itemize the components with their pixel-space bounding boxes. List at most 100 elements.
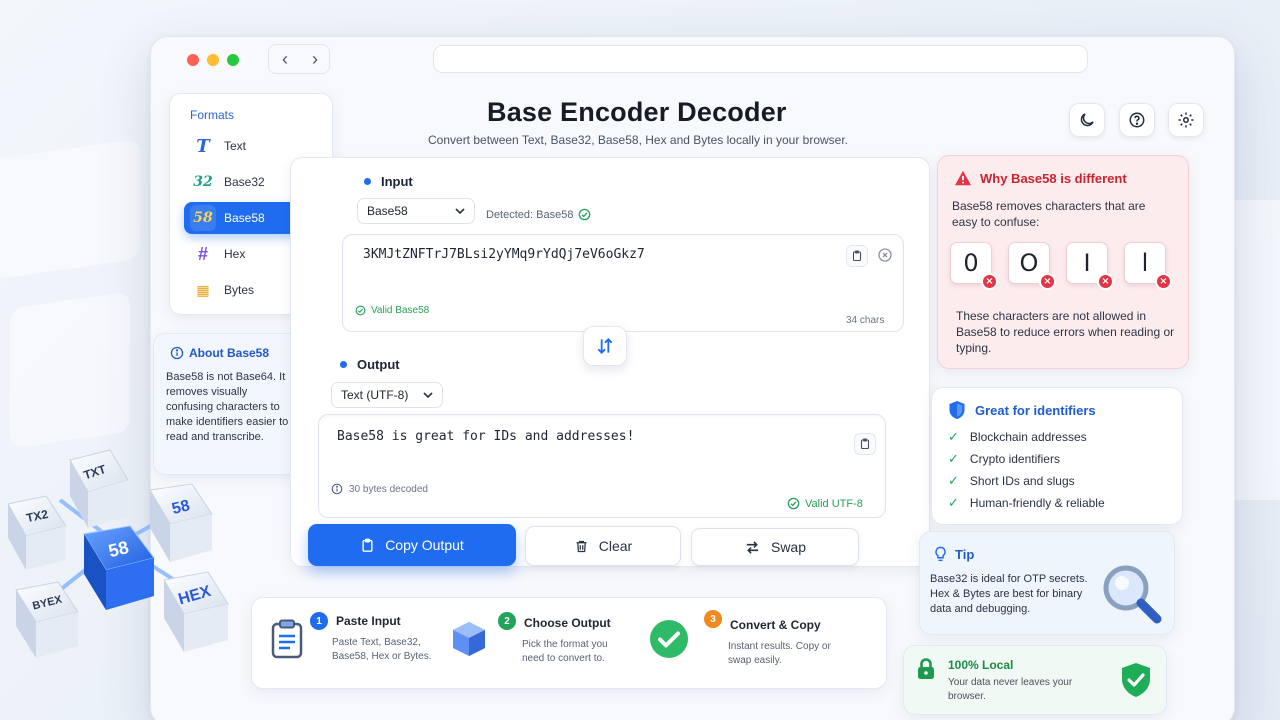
format-label: Base32: [224, 175, 265, 189]
output-textarea[interactable]: Base58 is great for IDs and addresses! 3…: [318, 414, 886, 518]
maximize-window-button[interactable]: [227, 54, 239, 66]
check-circle-icon: [355, 305, 366, 316]
trash-icon: [576, 540, 587, 552]
clear-button[interactable]: Clear: [525, 526, 681, 566]
lightbulb-icon: [935, 546, 946, 562]
clear-label: Clear: [598, 538, 633, 554]
list-item-text: Crypto identifiers: [969, 452, 1060, 466]
check-badge-icon: [648, 618, 690, 660]
x-badge-icon: ×: [981, 273, 998, 290]
close-window-button[interactable]: [187, 54, 199, 66]
local-body: Your data never leaves your browser.: [948, 677, 1073, 702]
shield-icon: [949, 401, 965, 419]
bytes-format-icon: ▦: [196, 281, 210, 298]
format-label: Base58: [224, 211, 265, 225]
moon-icon: [1080, 113, 1094, 127]
x-badge-icon: ×: [1039, 273, 1056, 290]
copy-output-icon-button[interactable]: [854, 433, 876, 455]
clear-input-button[interactable]: [877, 247, 893, 268]
input-char-count: 34 chars: [846, 315, 885, 326]
great-title-text: Great for identifiers: [975, 402, 1096, 418]
converter-card: Input Base58 Detected: Base58 3KMJtZNFTr…: [290, 157, 930, 567]
formats-title: Formats: [190, 108, 235, 122]
warning-icon: [955, 170, 971, 186]
step-number: 3: [704, 610, 722, 628]
cube-hex: HEX: [163, 571, 229, 652]
base32-format-icon: 32: [193, 174, 213, 190]
list-item-text: Human-friendly & reliable: [969, 496, 1105, 510]
swap-button[interactable]: Swap: [691, 528, 859, 566]
great-for-identifiers-card: Great for identifiers ✓ Blockchain addres…: [931, 387, 1183, 525]
theme-toggle-button[interactable]: [1069, 103, 1105, 137]
copy-output-button[interactable]: Copy Output: [308, 524, 516, 566]
confusable-char-text: O: [1019, 249, 1039, 277]
input-textarea[interactable]: 3KMJtZNFTrJ7BLsi2yYMq9rYdQj7eV6oGkz7 Val…: [342, 234, 904, 332]
list-item: ✓ Short IDs and slugs: [948, 470, 1105, 492]
great-title: Great for identifiers: [948, 400, 1096, 420]
settings-button[interactable]: [1168, 103, 1204, 137]
why-title: Why Base58 is different: [954, 170, 1127, 186]
gear-icon: [1178, 112, 1194, 128]
bullet-icon: [340, 361, 347, 368]
input-section-label: Input: [364, 174, 413, 189]
why-body: Base58 removes characters that are easy …: [952, 199, 1146, 229]
confusable-char-text: 0: [963, 249, 979, 277]
page-title: Base Encoder Decoder: [487, 97, 787, 127]
tip-title-text: Tip: [955, 547, 975, 562]
check-icon: ✓: [948, 451, 959, 466]
format-label: Bytes: [224, 283, 255, 297]
step-title: Paste Input: [336, 614, 401, 628]
step-title: Choose Output: [524, 616, 611, 630]
copy-icon: [362, 538, 373, 552]
close-circle-icon: [878, 248, 892, 262]
output-format-value: Text (UTF-8): [341, 388, 409, 402]
about-body: Base58 is not Base64. It removes visuall…: [166, 371, 289, 443]
base58-format-icon: 58: [190, 205, 216, 231]
list-item: ✓ Blockchain addresses: [948, 426, 1105, 448]
confusable-char: l ×: [1124, 242, 1172, 290]
lock-icon: [918, 658, 934, 679]
info-icon: [170, 346, 184, 360]
cube-58-white: 58: [149, 483, 213, 562]
swap-horizontal-icon: [746, 540, 759, 554]
output-section-label: Output: [340, 357, 400, 372]
output-meta-text: 30 bytes decoded: [349, 483, 428, 495]
background-shape: [10, 291, 130, 449]
output-valid-text: Valid UTF-8: [805, 497, 863, 510]
format-label: Hex: [224, 247, 246, 261]
chevron-down-icon: [455, 208, 465, 215]
detected-format: Detected: Base58: [486, 208, 591, 221]
input-label: Input: [381, 174, 413, 189]
input-valid-text: Valid Base58: [371, 305, 430, 316]
paste-button[interactable]: [846, 245, 868, 267]
tip-title: Tip: [934, 546, 974, 563]
local-processing-card: 100% Local Your data never leaves your b…: [903, 645, 1167, 715]
why-title-text: Why Base58 is different: [980, 170, 1127, 186]
input-valid-status: Valid Base58: [355, 305, 429, 316]
help-icon: [1129, 112, 1145, 128]
about-title: About Base58: [170, 346, 269, 360]
cube-58-blue: 58: [83, 525, 155, 610]
back-arrow-icon[interactable]: ‹: [273, 47, 297, 71]
confusable-char: I ×: [1066, 242, 1114, 290]
cube-tx2: TX2: [7, 495, 67, 570]
address-bar[interactable]: [433, 45, 1088, 73]
page-subtitle: Convert between Text, Base32, Base58, He…: [428, 133, 849, 147]
forward-arrow-icon[interactable]: ›: [303, 47, 327, 71]
shield-check-icon: [1122, 663, 1150, 697]
input-format-select[interactable]: Base58: [357, 198, 475, 224]
local-title: 100% Local: [948, 658, 1014, 672]
browser-window: ‹ › Base Encoder Decoder Convert between…: [150, 36, 1235, 720]
step-desc: Instant results. Copy or swap easily.: [728, 641, 831, 666]
help-button[interactable]: [1119, 103, 1155, 137]
why-base58-card: Why Base58 is different Base58 removes c…: [937, 155, 1189, 369]
swap-label: Swap: [770, 539, 807, 555]
output-format-select[interactable]: Text (UTF-8): [331, 382, 443, 408]
step-convert-copy: 3 Convert & Copy Instant results. Copy o…: [648, 598, 884, 690]
x-badge-icon: ×: [1097, 273, 1114, 290]
check-icon: ✓: [948, 429, 959, 444]
minimize-window-button[interactable]: [207, 54, 219, 66]
swap-vertical-icon: [597, 338, 613, 354]
hex-format-icon: #: [197, 243, 208, 264]
swap-direction-button[interactable]: [583, 326, 627, 366]
